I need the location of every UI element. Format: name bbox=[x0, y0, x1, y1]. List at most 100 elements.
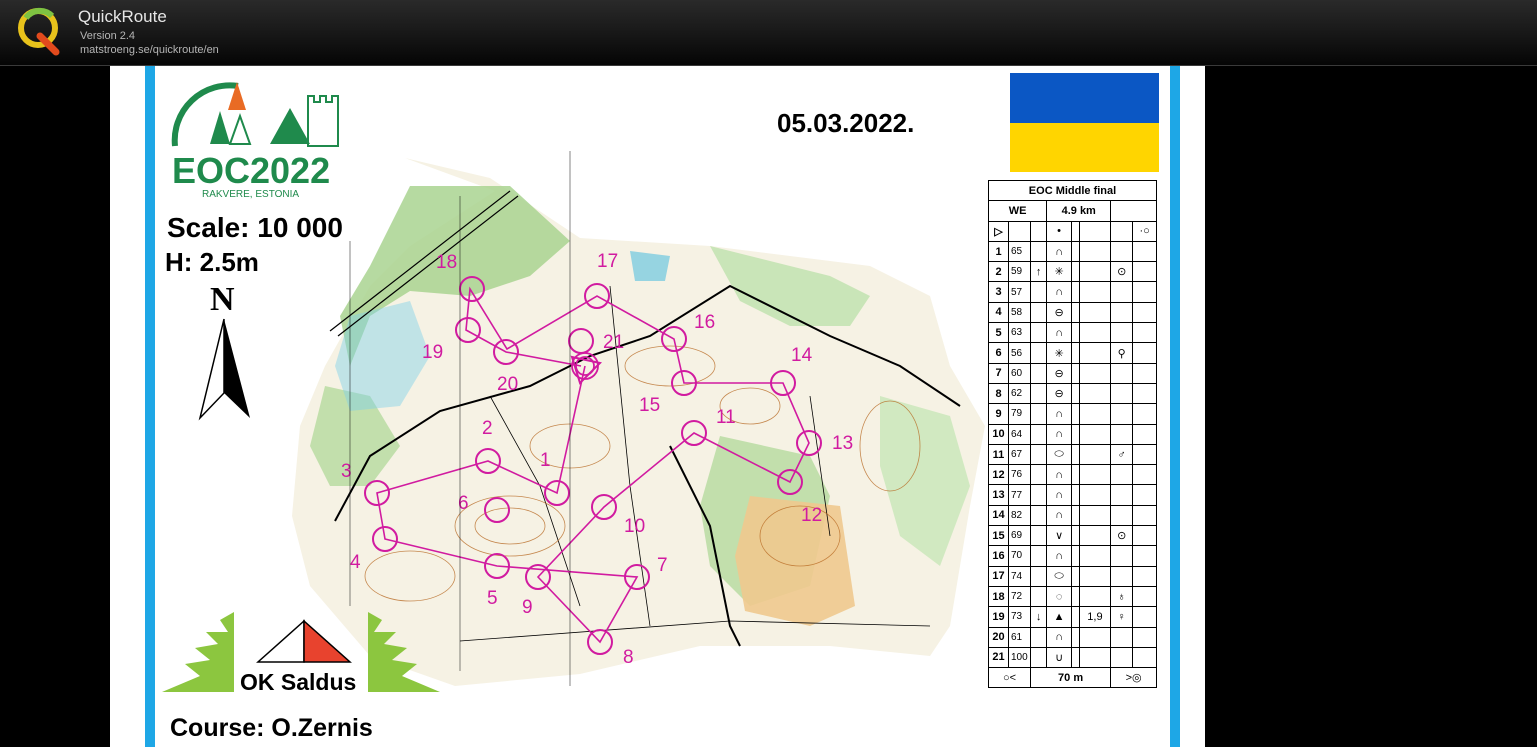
direction-cell bbox=[1029, 301, 1048, 324]
empty-cell bbox=[1070, 362, 1080, 384]
location-cell: ⊙ bbox=[1110, 525, 1134, 547]
control-number-cell: 12 bbox=[988, 464, 1009, 486]
control-number-cell: 2 bbox=[988, 261, 1009, 283]
control-number-cell: 5 bbox=[988, 322, 1009, 344]
control-number: 17 bbox=[597, 251, 618, 272]
empty-cell bbox=[1070, 626, 1080, 648]
size-cell bbox=[1078, 443, 1112, 466]
feature-symbol-cell: ∩ bbox=[1046, 626, 1072, 648]
control-number-cell: 15 bbox=[988, 525, 1009, 547]
location-cell bbox=[1110, 362, 1134, 384]
control-number: 15 bbox=[639, 395, 660, 416]
feature-symbol-cell: ∩ bbox=[1046, 240, 1072, 263]
water-area bbox=[630, 251, 670, 281]
location-cell bbox=[1132, 484, 1157, 506]
empty-cell bbox=[1070, 545, 1080, 567]
course-name: Course: O.Zernis bbox=[170, 714, 373, 742]
size-cell bbox=[1078, 525, 1112, 547]
club-name: OK Saldus bbox=[240, 669, 357, 695]
control-number-cell: 1 bbox=[988, 240, 1009, 263]
size-cell: 1,9 bbox=[1078, 606, 1112, 628]
finish-start-icon: ○< bbox=[988, 667, 1031, 689]
location-cell bbox=[1132, 281, 1157, 303]
control-number-cell: 11 bbox=[988, 443, 1009, 466]
location-cell bbox=[1132, 322, 1157, 344]
feature-symbol-cell: ∩ bbox=[1046, 403, 1072, 425]
location-cell bbox=[1132, 301, 1157, 324]
control-number-cell: 14 bbox=[988, 504, 1009, 527]
description-row: 16 70 ∩ bbox=[988, 545, 1157, 567]
control-number-cell: 6 bbox=[988, 342, 1009, 364]
start-triangle-icon: ▷ bbox=[988, 220, 1009, 242]
empty-cell bbox=[1070, 646, 1080, 669]
size-cell bbox=[1078, 545, 1112, 567]
control-number: 21 bbox=[603, 332, 624, 353]
direction-cell bbox=[1029, 362, 1048, 384]
size-cell bbox=[1078, 382, 1112, 405]
size-cell bbox=[1078, 342, 1112, 364]
direction-cell bbox=[1029, 525, 1048, 547]
direction-cell bbox=[1029, 626, 1048, 648]
app-url-link[interactable]: matstroeng.se/quickroute/en bbox=[80, 44, 219, 56]
location-cell bbox=[1110, 423, 1134, 445]
location-cell: ⊙ bbox=[1110, 261, 1134, 283]
control-code-cell: 100 bbox=[1008, 646, 1031, 669]
control-number: 11 bbox=[716, 407, 736, 428]
direction-cell bbox=[1029, 423, 1048, 445]
empty-cell bbox=[1070, 606, 1080, 628]
location-cell bbox=[1110, 240, 1134, 263]
location-cell: ♂ bbox=[1110, 443, 1134, 466]
control-number-cell: 17 bbox=[988, 565, 1009, 587]
size-cell bbox=[1078, 240, 1112, 263]
feature-symbol-cell: ∩ bbox=[1046, 484, 1072, 506]
control-code-cell: 63 bbox=[1008, 322, 1031, 344]
location-cell bbox=[1110, 484, 1134, 506]
description-title: EOC Middle final bbox=[988, 179, 1157, 202]
location-cell bbox=[1110, 464, 1134, 486]
control-code-cell: 77 bbox=[1008, 484, 1031, 506]
control-number: 19 bbox=[422, 342, 443, 363]
app-version: Version 2.4 bbox=[80, 30, 136, 42]
control-number: 16 bbox=[694, 312, 715, 333]
description-row: 12 76 ∩ bbox=[988, 464, 1157, 486]
description-row: 4 58 ⊖ bbox=[988, 301, 1157, 324]
control-code-cell: 70 bbox=[1008, 545, 1031, 567]
direction-cell bbox=[1029, 504, 1048, 527]
description-row: 14 82 ∩ bbox=[988, 504, 1157, 527]
control-number: 9 bbox=[522, 597, 533, 618]
empty-cell bbox=[1070, 585, 1080, 608]
description-row: 3 57 ∩ bbox=[988, 281, 1157, 303]
description-row: 15 69 ∨ ⊙ bbox=[988, 525, 1157, 547]
location-cell bbox=[1110, 504, 1134, 527]
control-number-cell: 3 bbox=[988, 281, 1009, 303]
control-code-cell: 65 bbox=[1008, 240, 1031, 263]
map-sheet[interactable]: 1 2 3 4 5 6 7 8 9 10 11 12 13 14 15 16 1… bbox=[110, 66, 1205, 747]
direction-cell bbox=[1029, 565, 1048, 587]
description-row: 5 63 ∩ bbox=[988, 322, 1157, 344]
direction-cell bbox=[1029, 240, 1048, 263]
feature-symbol-cell: ∨ bbox=[1046, 525, 1072, 547]
location-cell bbox=[1110, 545, 1134, 567]
control-code-cell: 56 bbox=[1008, 342, 1031, 364]
control-number: 5 bbox=[487, 588, 498, 609]
direction-cell: ↑ bbox=[1029, 261, 1048, 283]
location-cell bbox=[1132, 240, 1157, 263]
location-cell bbox=[1110, 403, 1134, 425]
control-number-cell: 9 bbox=[988, 403, 1009, 425]
control-number: 18 bbox=[436, 252, 457, 273]
empty-cell bbox=[1070, 464, 1080, 486]
control-code-cell: 60 bbox=[1008, 362, 1031, 384]
map-scale: Scale: 10 000 bbox=[167, 212, 343, 243]
location-cell bbox=[1110, 626, 1134, 648]
location-cell bbox=[1132, 423, 1157, 445]
description-row: 1 65 ∩ bbox=[988, 240, 1157, 263]
description-length: 4.9 km bbox=[1046, 200, 1112, 222]
empty-cell bbox=[1070, 443, 1080, 466]
size-cell bbox=[1078, 423, 1112, 445]
location-cell bbox=[1132, 565, 1157, 587]
feature-symbol-cell: ∩ bbox=[1046, 281, 1072, 303]
svg-text:N: N bbox=[210, 281, 235, 318]
location-cell: ♁ bbox=[1110, 585, 1134, 608]
direction-cell bbox=[1029, 545, 1048, 567]
direction-cell bbox=[1029, 464, 1048, 486]
